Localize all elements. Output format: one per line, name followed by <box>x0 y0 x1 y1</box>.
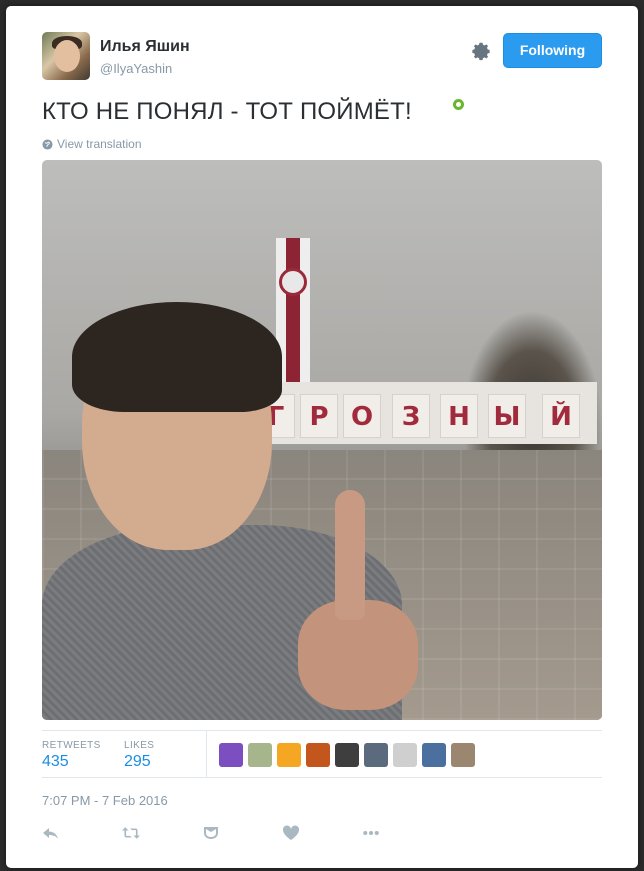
liker-avatar[interactable] <box>306 743 330 767</box>
photo-hair <box>72 302 282 412</box>
following-button[interactable]: Following <box>503 33 602 68</box>
reply-icon <box>43 828 58 839</box>
liker-avatar[interactable] <box>364 743 388 767</box>
tweet-text: КТО НЕ ПОНЯЛ - ТОТ ПОЙМЁТ! <box>42 98 412 125</box>
more-button[interactable] <box>362 822 442 844</box>
avatar[interactable] <box>42 32 90 80</box>
stats-divider <box>206 731 207 777</box>
direct-message-button[interactable] <box>202 822 282 844</box>
screen-name[interactable]: @IlyaYashin <box>100 61 172 76</box>
photo-sign-letter: Ы <box>488 394 526 438</box>
globe-icon <box>42 138 53 150</box>
liker-avatars <box>219 743 475 767</box>
tweet-timestamp[interactable]: 7:07 PM - 7 Feb 2016 <box>42 793 168 808</box>
more-icon <box>363 830 379 836</box>
retweet-icon <box>122 827 140 839</box>
view-translation-label: View translation <box>57 137 142 151</box>
likes-count[interactable]: 295 <box>124 753 151 771</box>
liker-avatar[interactable] <box>277 743 301 767</box>
liker-avatar[interactable] <box>335 743 359 767</box>
retweet-button[interactable] <box>122 822 202 844</box>
gear-icon[interactable] <box>470 40 492 62</box>
photo-sign-letter: Й <box>542 394 580 438</box>
tweet-actions <box>42 822 442 844</box>
likes-label[interactable]: LIKES <box>124 740 154 751</box>
liker-avatar[interactable] <box>422 743 446 767</box>
heart-icon <box>282 825 300 840</box>
liker-avatar[interactable] <box>248 743 272 767</box>
retweets-count[interactable]: 435 <box>42 753 69 771</box>
tweet-card: Илья Яшин @IlyaYashin Following КТО НЕ П… <box>6 6 638 868</box>
tweet-photo[interactable]: Г Р О З Н Ы Й <box>42 160 602 720</box>
liker-avatar[interactable] <box>393 743 417 767</box>
reply-button[interactable] <box>42 822 122 844</box>
liker-avatar[interactable] <box>451 743 475 767</box>
avatar-face <box>54 40 80 72</box>
view-translation-link[interactable]: View translation <box>42 137 142 151</box>
retweets-label[interactable]: RETWEETS <box>42 740 101 751</box>
photo-finger <box>335 490 365 620</box>
photo-sign-letter: Н <box>440 394 478 438</box>
like-button[interactable] <box>282 822 362 844</box>
liker-avatar[interactable] <box>219 743 243 767</box>
photo-tower-emblem <box>279 268 307 296</box>
tweet-stats: RETWEETS 435 LIKES 295 <box>42 730 602 778</box>
direct-message-icon <box>204 827 218 839</box>
emoji-icon <box>453 99 464 110</box>
display-name[interactable]: Илья Яшин <box>100 38 190 56</box>
